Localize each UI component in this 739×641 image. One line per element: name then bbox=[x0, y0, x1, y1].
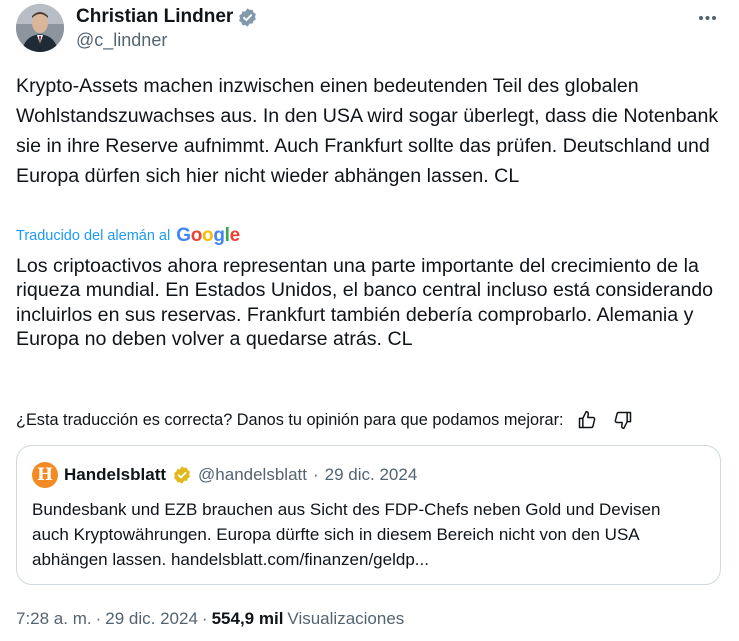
thumbs-up-icon[interactable] bbox=[574, 408, 600, 432]
translation-text: Los criptoactivos ahora representan una … bbox=[16, 255, 714, 350]
quote-date: 29 dic. 2024 bbox=[324, 465, 418, 484]
translation-attribution: Traducido del alemán al Google bbox=[16, 225, 240, 247]
google-logo: Google bbox=[176, 225, 240, 246]
handelsblatt-logo: H bbox=[32, 462, 58, 488]
more-horizontal-icon[interactable] bbox=[690, 6, 724, 30]
tweet-footer: 7:28 a. m. · 29 dic. 2024 · 554,9 mil Vi… bbox=[16, 609, 404, 629]
thumbs-down-icon[interactable] bbox=[610, 408, 636, 432]
post-date[interactable]: 29 dic. 2024 bbox=[105, 609, 198, 629]
separator-dot: · bbox=[312, 465, 319, 484]
quoted-tweet[interactable]: H Handelsblatt @handelsblatt · 29 dic. 2… bbox=[16, 445, 721, 585]
views-count: 554,9 mil bbox=[211, 609, 284, 628]
quote-author-name: Handelsblatt bbox=[64, 465, 167, 484]
author-name[interactable]: Christian Lindner bbox=[76, 6, 233, 28]
quote-author-handle: @handelsblatt bbox=[198, 465, 307, 484]
tweet-header: Christian Lindner @c_lindner bbox=[16, 4, 726, 56]
translation-feedback: ¿Esta traducción es correcta? Danos tu o… bbox=[16, 408, 716, 432]
post-time[interactable]: 7:28 a. m. bbox=[16, 609, 92, 629]
feedback-prompt: ¿Esta traducción es correcta? Danos tu o… bbox=[16, 410, 564, 429]
author-handle[interactable]: @c_lindner bbox=[76, 30, 167, 51]
verified-badge-icon bbox=[237, 7, 258, 28]
translated-from-link[interactable]: Traducido del alemán al bbox=[16, 228, 170, 244]
separator-dot: · bbox=[95, 609, 102, 628]
separator-dot: · bbox=[201, 609, 208, 628]
verified-badge-icon bbox=[172, 465, 192, 485]
avatar[interactable] bbox=[16, 4, 64, 52]
views-label: Visualizaciones bbox=[287, 609, 405, 628]
tweet-text: Krypto-Assets machen inzwischen einen be… bbox=[16, 75, 719, 187]
quote-text: Bundesbank und EZB brauchen aus Sicht de… bbox=[32, 500, 661, 569]
